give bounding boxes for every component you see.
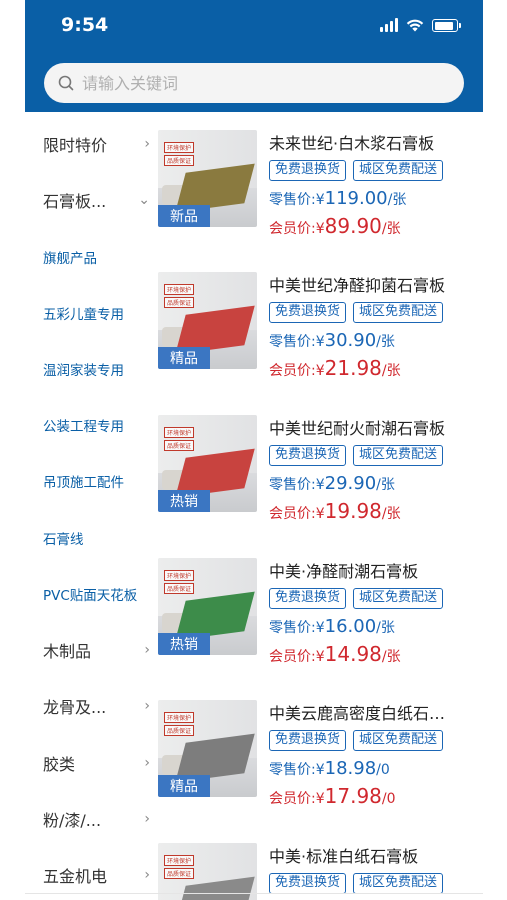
sidebar-item-label: 龙骨及... xyxy=(43,698,107,717)
product-image[interactable]: 环境保护 品质保证 xyxy=(158,843,257,900)
search-icon xyxy=(58,75,74,91)
product-title[interactable]: 中美云鹿高密度白纸石膏板 xyxy=(269,700,459,724)
sidebar-subitem-pvc-ceiling[interactable]: PVC贴面天花板 xyxy=(43,584,137,604)
tag-free-return: 免费退换货 xyxy=(269,160,347,181)
member-price: 会员价:¥19.98/张 xyxy=(269,499,401,523)
tag-free-return: 免费退换货 xyxy=(269,445,347,466)
sidebar-item-hardware[interactable]: 五金机电 › xyxy=(25,863,150,887)
retail-price: 零售价:¥16.00/张 xyxy=(269,616,395,637)
chevron-right-icon: › xyxy=(144,698,150,714)
product-image[interactable]: 环境保护 品质保证 热销 xyxy=(158,415,257,512)
sidebar-subitem-home[interactable]: 温润家装专用 xyxy=(43,359,124,379)
sidebar-item-gypsum-board[interactable]: 石膏板... ⌄ xyxy=(25,188,150,212)
retail-price: 零售价:¥30.90/张 xyxy=(269,330,395,351)
member-price: 会员价:¥21.98/张 xyxy=(269,356,401,380)
sidebar-item-powder-paint[interactable]: 粉/漆/... › xyxy=(25,807,150,831)
chevron-right-icon: › xyxy=(144,136,150,152)
product-image[interactable]: 环境保护 品质保证 热销 xyxy=(158,558,257,655)
product-badge: 新品 xyxy=(158,205,210,227)
search-input[interactable] xyxy=(82,73,382,93)
header-bar: 9:54 xyxy=(25,0,483,112)
product-badge: 热销 xyxy=(158,490,210,512)
sidebar-item-label: 粉/漆/... xyxy=(43,811,102,830)
tag-free-delivery: 城区免费配送 xyxy=(353,588,444,609)
tag-free-delivery: 城区免费配送 xyxy=(353,160,444,181)
tag-free-return: 免费退换货 xyxy=(269,730,347,751)
sidebar-item-glue[interactable]: 胶类 › xyxy=(25,751,150,775)
member-price: 会员价:¥14.98/张 xyxy=(269,642,401,666)
chevron-right-icon: › xyxy=(144,642,150,658)
chevron-right-icon: › xyxy=(144,867,150,883)
divider xyxy=(25,893,483,894)
product-badge: 热销 xyxy=(158,633,210,655)
product-card[interactable]: 环境保护 品质保证 热销 中美·净醛耐潮石膏板 免费退换货 城区免费配送 零售价… xyxy=(158,558,458,668)
chevron-down-icon: ⌄ xyxy=(138,192,150,208)
tag-free-return: 免费退换货 xyxy=(269,588,347,609)
product-image[interactable]: 环境保护 品质保证 精品 xyxy=(158,700,257,797)
tag-free-delivery: 城区免费配送 xyxy=(353,445,444,466)
sidebar-subitem-ceiling-parts[interactable]: 吊顶施工配件 xyxy=(43,471,124,491)
search-bar[interactable] xyxy=(44,63,464,103)
product-title[interactable]: 中美世纪耐火耐潮石膏板 xyxy=(269,415,459,439)
product-card[interactable]: 环境保护 品质保证 中美·标准白纸石膏板 免费退换货 城区免费配送 xyxy=(158,843,458,900)
signal-icon xyxy=(380,18,398,32)
sidebar-item-label: 石膏板... xyxy=(43,192,107,211)
sidebar-item-label: 五金机电 xyxy=(43,867,108,886)
product-card[interactable]: 环境保护 品质保证 热销 中美世纪耐火耐潮石膏板 免费退换货 城区免费配送 零售… xyxy=(158,415,458,525)
product-title[interactable]: 中美·标准白纸石膏板 xyxy=(269,843,458,867)
sidebar-item-sale[interactable]: 限时特价 › xyxy=(25,132,150,156)
sidebar-item-keel[interactable]: 龙骨及... › xyxy=(25,694,150,718)
sidebar-subitem-kids[interactable]: 五彩儿童专用 xyxy=(43,303,124,323)
retail-price: 零售价:¥29.90/张 xyxy=(269,473,395,494)
sidebar-subitem-molding[interactable]: 石膏线 xyxy=(43,528,84,548)
sidebar-subitem-commercial[interactable]: 公装工程专用 xyxy=(43,415,124,435)
member-price: 会员价:¥17.98/0 xyxy=(269,784,396,808)
member-price: 会员价:¥89.90/张 xyxy=(269,214,401,238)
battery-icon xyxy=(432,19,461,32)
product-badge: 精品 xyxy=(158,347,210,369)
status-icons xyxy=(380,18,461,32)
product-badge: 精品 xyxy=(158,775,210,797)
tag-free-return: 免费退换货 xyxy=(269,302,347,323)
tag-free-delivery: 城区免费配送 xyxy=(353,730,444,751)
retail-price: 零售价:¥119.00/张 xyxy=(269,188,407,209)
app-screen: 9:54 限时特价 › 石膏板... ⌄ xyxy=(0,0,507,900)
sidebar-item-label: 限时特价 xyxy=(43,136,108,155)
status-time: 9:54 xyxy=(61,14,109,36)
product-title[interactable]: 中美·净醛耐潮石膏板 xyxy=(269,558,459,582)
tag-free-delivery: 城区免费配送 xyxy=(353,302,444,323)
product-image[interactable]: 环境保护 品质保证 新品 xyxy=(158,130,257,227)
chevron-right-icon: › xyxy=(144,755,150,771)
tag-free-delivery: 城区免费配送 xyxy=(353,873,444,894)
product-title[interactable]: 中美世纪净醛抑菌石膏板 xyxy=(269,272,459,296)
sidebar-item-label: 胶类 xyxy=(43,755,76,774)
product-card[interactable]: 环境保护 品质保证 精品 中美云鹿高密度白纸石膏板 免费退换货 城区免费配送 零… xyxy=(158,700,459,810)
product-card[interactable]: 环境保护 品质保证 精品 中美世纪净醛抑菌石膏板 免费退换货 城区免费配送 零售… xyxy=(158,272,458,382)
sidebar-item-label: 木制品 xyxy=(43,642,92,661)
wifi-icon xyxy=(406,19,424,32)
retail-price: 零售价:¥18.98/0 xyxy=(269,758,390,779)
product-image[interactable]: 环境保护 品质保证 精品 xyxy=(158,272,257,369)
product-card[interactable]: 环境保护 品质保证 新品 未来世纪·白木浆石膏板 免费退换货 城区免费配送 零售… xyxy=(158,130,458,240)
product-title[interactable]: 未来世纪·白木浆石膏板 xyxy=(269,130,459,154)
sidebar-item-wood[interactable]: 木制品 › xyxy=(25,638,150,662)
chevron-right-icon: › xyxy=(144,811,150,827)
tag-free-return: 免费退换货 xyxy=(269,873,347,894)
sidebar-subitem-flagship[interactable]: 旗舰产品 xyxy=(43,247,97,267)
